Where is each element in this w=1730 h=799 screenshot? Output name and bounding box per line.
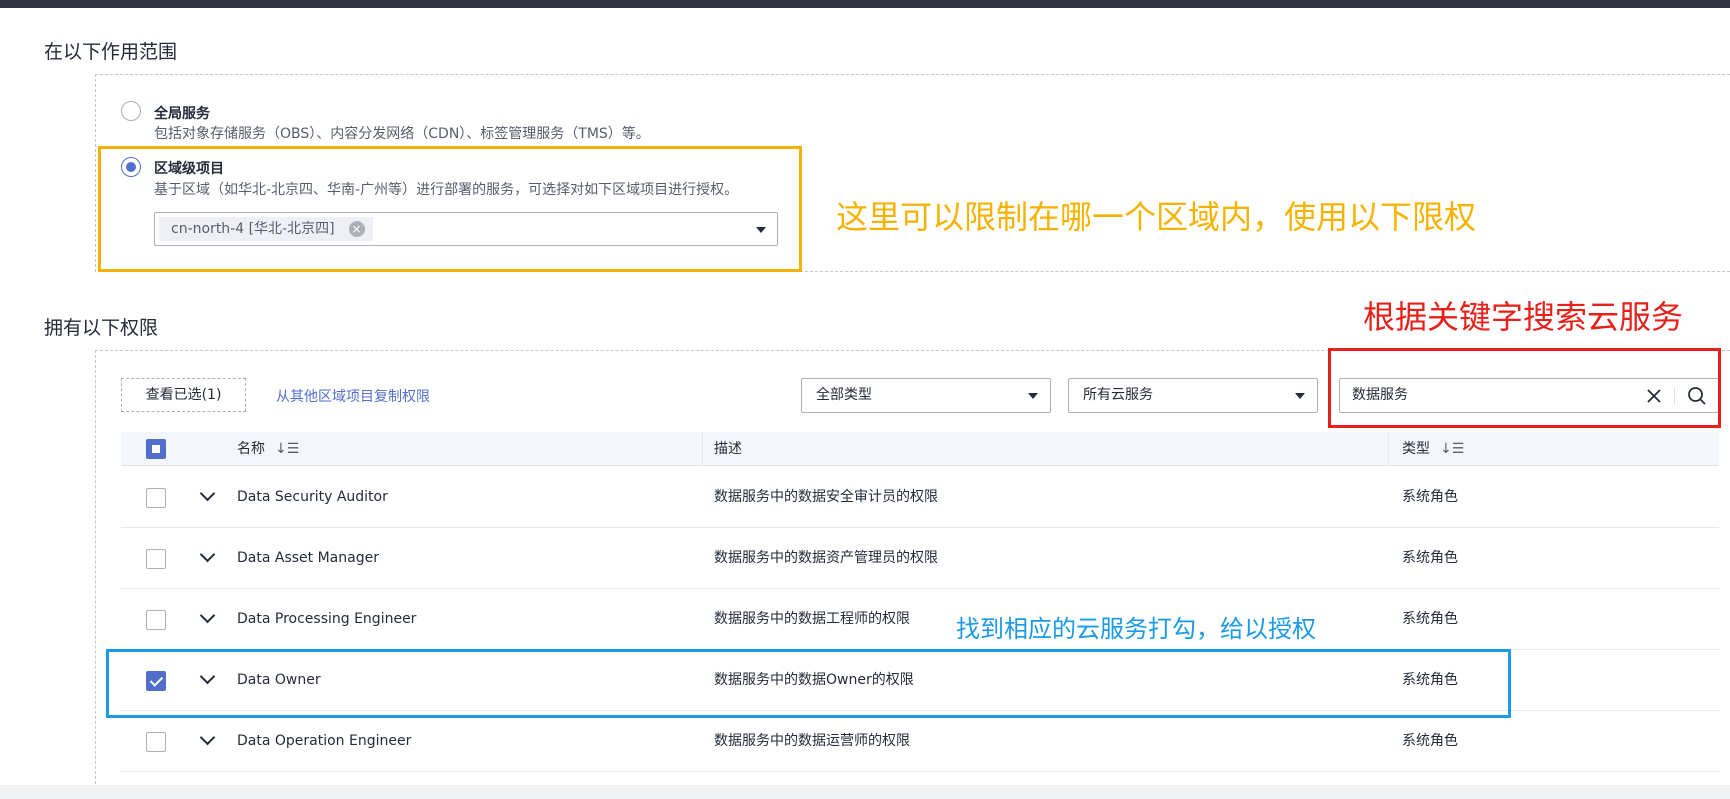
table-row[interactable]: Data Processing Engineer 数据服务中的数据工程师的权限 … <box>121 589 1719 650</box>
service-filter-dropdown[interactable]: 所有云服务 <box>1068 378 1318 413</box>
row-type: 系统角色 <box>1402 550 1458 566</box>
view-selected-button[interactable]: 查看已选(1) <box>121 378 246 412</box>
column-header-type[interactable]: 类型 ↓☰ <box>1402 432 1464 466</box>
search-annotation-box <box>1328 348 1721 428</box>
check-annotation-box <box>106 649 1511 718</box>
chevron-down-icon[interactable] <box>199 729 216 746</box>
chevron-down-icon[interactable] <box>199 607 216 624</box>
chevron-down-icon[interactable] <box>199 485 216 502</box>
column-divider <box>702 432 703 466</box>
service-filter-value: 所有云服务 <box>1083 387 1153 403</box>
row-desc: 数据服务中的数据安全审计员的权限 <box>714 489 938 505</box>
row-checkbox[interactable] <box>146 732 166 752</box>
row-checkbox[interactable] <box>146 488 166 508</box>
row-type: 系统角色 <box>1402 733 1458 749</box>
search-annotation-text: 根据关键字搜索云服务 <box>1363 298 1684 336</box>
row-type: 系统角色 <box>1402 489 1458 505</box>
type-filter-value: 全部类型 <box>816 387 872 403</box>
row-desc: 数据服务中的数据运营师的权限 <box>714 733 910 749</box>
table-row[interactable]: Data Operation Engineer 数据服务中的数据运营师的权限 系… <box>121 711 1719 772</box>
scope-panel-border <box>800 271 1730 272</box>
global-service-title: 全局服务 <box>154 106 210 122</box>
scope-section-title: 在以下作用范围 <box>44 41 178 63</box>
column-name-label: 名称 <box>237 441 265 457</box>
row-name: Data Operation Engineer <box>237 733 412 749</box>
sort-icon[interactable]: ↓☰ <box>275 432 299 466</box>
caret-down-icon <box>1028 393 1038 399</box>
select-all-checkbox[interactable] <box>146 439 166 459</box>
row-name: Data Security Auditor <box>237 489 388 505</box>
region-annotation-text: 这里可以限制在哪一个区域内，使用以下限权 <box>836 198 1477 236</box>
column-divider <box>1388 432 1389 466</box>
row-desc: 数据服务中的数据工程师的权限 <box>714 611 910 627</box>
row-name: Data Asset Manager <box>237 550 379 566</box>
type-filter-dropdown[interactable]: 全部类型 <box>801 378 1051 413</box>
column-type-label: 类型 <box>1402 441 1430 457</box>
chevron-down-icon[interactable] <box>199 546 216 563</box>
column-header-name[interactable]: 名称 ↓☰ <box>237 432 299 466</box>
row-desc: 数据服务中的数据资产管理员的权限 <box>714 550 938 566</box>
sort-icon[interactable]: ↓☰ <box>1440 432 1464 466</box>
row-type: 系统角色 <box>1402 611 1458 627</box>
check-annotation-text: 找到相应的云服务打勾，给以授权 <box>956 615 1316 643</box>
row-name: Data Processing Engineer <box>237 611 417 627</box>
table-row[interactable]: Data Asset Manager 数据服务中的数据资产管理员的权限 系统角色 <box>121 528 1719 589</box>
permissions-section-title: 拥有以下权限 <box>44 317 159 339</box>
copy-permissions-link[interactable]: 从其他区域项目复制权限 <box>276 386 430 406</box>
table-row[interactable]: Data Security Auditor 数据服务中的数据安全审计员的权限 系… <box>121 467 1719 528</box>
row-checkbox[interactable] <box>146 549 166 569</box>
horizontal-scrollbar[interactable] <box>0 785 1730 799</box>
row-checkbox[interactable] <box>146 610 166 630</box>
top-bar <box>0 0 1730 8</box>
global-service-desc: 包括对象存储服务（OBS）、内容分发网络（CDN）、标签管理服务（TMS）等。 <box>154 126 650 142</box>
caret-down-icon <box>1295 393 1305 399</box>
column-header-desc: 描述 <box>714 441 742 457</box>
region-annotation-box <box>98 146 802 272</box>
table-header: 名称 ↓☰ 描述 类型 ↓☰ <box>121 432 1719 466</box>
global-service-radio[interactable] <box>121 101 141 121</box>
